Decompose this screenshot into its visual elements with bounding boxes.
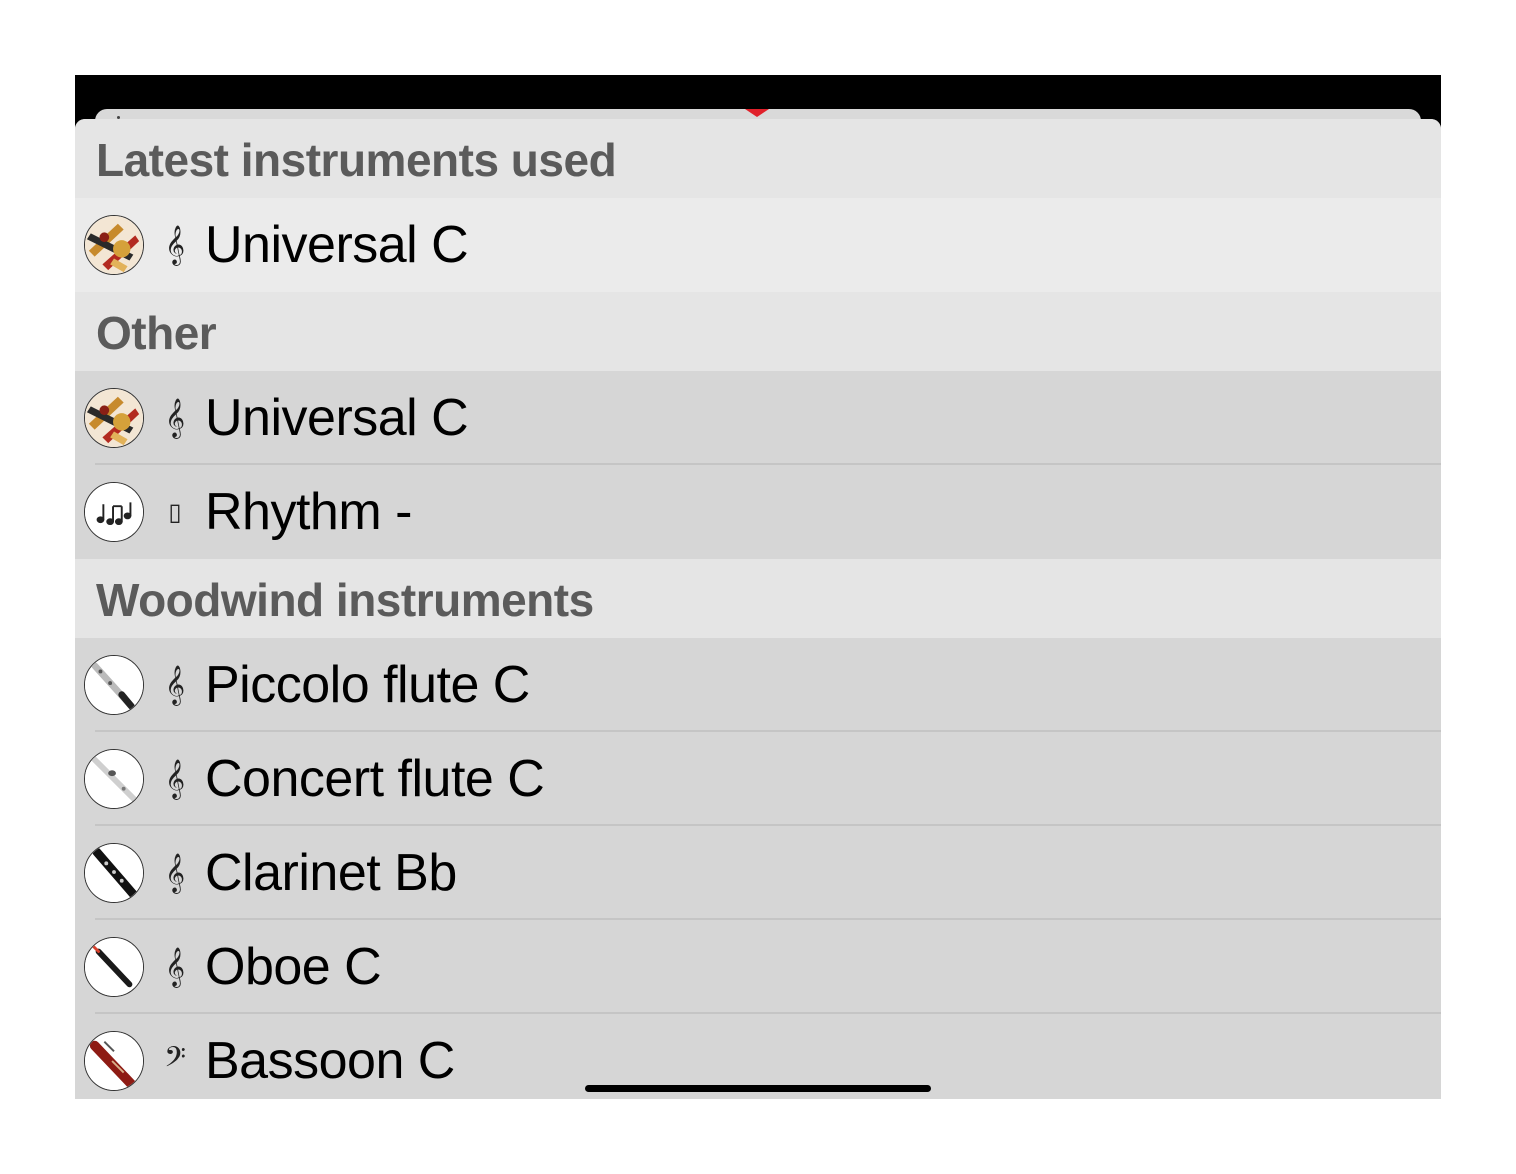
instrument-row-piccolo[interactable]: 𝄞 Piccolo flute C [75, 638, 1441, 732]
universal-instruments-icon [84, 388, 144, 448]
section-title: Other [96, 307, 217, 359]
oboe-icon [84, 937, 144, 997]
instrument-label: Oboe C [205, 938, 382, 996]
popover-arrow-indicator [745, 109, 769, 117]
instrument-label: Concert flute C [205, 750, 545, 808]
section-title: Woodwind instruments [96, 574, 594, 626]
treble-clef-icon: 𝄞 [164, 853, 186, 893]
section-header-latest: Latest instruments used [75, 119, 1441, 198]
treble-clef-icon: 𝄞 [164, 759, 186, 799]
instrument-row-concert-flute[interactable]: 𝄞 Concert flute C [75, 732, 1441, 826]
instrument-label: Bassoon C [205, 1032, 455, 1090]
rhythm-clef-icon: ▯ [168, 498, 182, 526]
instrument-label: Piccolo flute C [205, 656, 530, 714]
instrument-label: Clarinet Bb [205, 844, 457, 902]
instrument-label: Universal C [205, 389, 469, 447]
instrument-label: Rhythm - [205, 483, 412, 541]
rhythm-notes-icon [84, 482, 144, 542]
universal-instruments-icon [84, 215, 144, 275]
clarinet-icon [84, 843, 144, 903]
section-title: Latest instruments used [96, 134, 617, 186]
instrument-row-rhythm[interactable]: ▯ Rhythm - [75, 465, 1441, 559]
home-indicator[interactable] [585, 1085, 931, 1092]
instrument-label: Universal C [205, 216, 469, 274]
concert-flute-icon [84, 749, 144, 809]
instrument-row-latest-universal[interactable]: 𝄞 Universal C [75, 198, 1441, 292]
treble-clef-icon: 𝄞 [164, 398, 186, 438]
piccolo-flute-icon [84, 655, 144, 715]
instrument-row-clarinet[interactable]: 𝄞 Clarinet Bb [75, 826, 1441, 920]
bass-clef-icon: 𝄢 [164, 1041, 186, 1081]
treble-clef-icon: 𝄞 [164, 665, 186, 705]
instrument-row-oboe[interactable]: 𝄞 Oboe C [75, 920, 1441, 1014]
treble-clef-icon: 𝄞 [164, 947, 186, 987]
bassoon-icon [84, 1031, 144, 1091]
instrument-picker-sheet: Latest instruments used 𝄞 Universal C Ot… [75, 119, 1441, 1099]
device-screen: Latest instruments used 𝄞 Universal C Ot… [75, 75, 1441, 1099]
section-header-woodwind: Woodwind instruments [75, 559, 1441, 638]
treble-clef-icon: 𝄞 [164, 225, 186, 265]
section-header-other: Other [75, 292, 1441, 371]
instrument-row-universal[interactable]: 𝄞 Universal C [75, 371, 1441, 465]
